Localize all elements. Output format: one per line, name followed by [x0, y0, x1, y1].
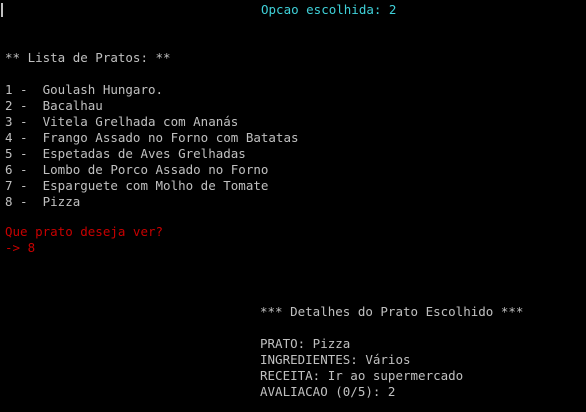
details-title: *** Detalhes do Prato Escolhido ***: [260, 304, 524, 319]
prompt-question: Que prato deseja ver?: [5, 224, 164, 239]
terminal-window[interactable]: Opcao escolhida: 2 ** Lista de Pratos: *…: [0, 0, 586, 412]
dish-list-item: 2 - Bacalhau: [5, 98, 103, 113]
details-ingredientes: INGREDIENTES: Vários: [260, 352, 411, 367]
prompt-input[interactable]: -> 8: [5, 240, 35, 256]
dish-list-item: 1 - Goulash Hungaro.: [5, 82, 164, 97]
chosen-option-line: Opcao escolhida: 2: [261, 2, 397, 17]
dish-list-item: 7 - Esparguete com Molho de Tomate: [5, 178, 269, 193]
dish-list-item: 3 - Vitela Grelhada com Ananás: [5, 114, 239, 129]
details-avaliacao: AVALIACAO (0/5): 2: [260, 384, 396, 399]
dish-list-item: 4 - Frango Assado no Forno com Batatas: [5, 130, 299, 145]
dish-list-item: 5 - Espetadas de Aves Grelhadas: [5, 146, 246, 161]
cursor-marker: [1, 3, 3, 17]
dish-list-item: 8 - Pizza: [5, 194, 81, 209]
dish-list-item: 6 - Lombo de Porco Assado no Forno: [5, 162, 269, 177]
details-receita: RECEITA: Ir ao supermercado: [260, 368, 464, 383]
details-prato: PRATO: Pizza: [260, 336, 351, 351]
dish-list-title: ** Lista de Pratos: **: [5, 50, 171, 65]
